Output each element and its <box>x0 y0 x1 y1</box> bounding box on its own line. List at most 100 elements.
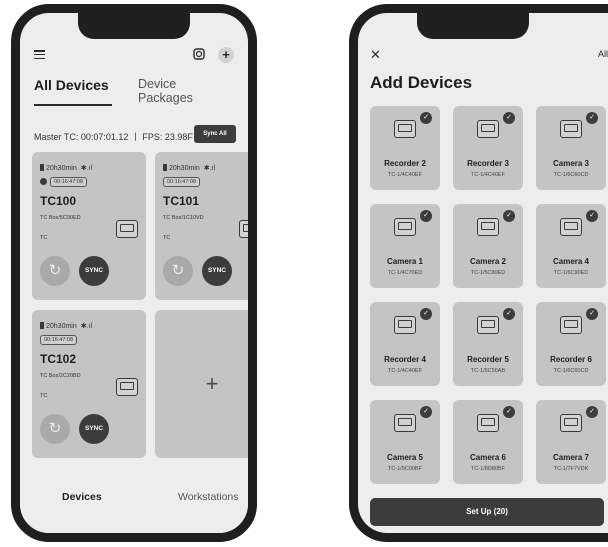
camera-card[interactable]: ✓ Camera 5 TC-1/9C90BF <box>370 400 440 484</box>
camera-name: Camera 6 <box>469 453 507 462</box>
record-icon <box>40 178 47 185</box>
device-timecode: 00:16:47:08 <box>50 177 88 187</box>
recorder-icon <box>394 414 416 432</box>
camera-name: Camera 7 <box>552 453 590 462</box>
camera-card[interactable]: ✓ Camera 6 TC-1/8D80BF <box>453 400 523 484</box>
battery-time: 20h30min <box>169 165 200 172</box>
recorder-icon <box>477 414 499 432</box>
camera-card[interactable]: ✓ Camera 7 TC-1/7F7VDK <box>536 400 606 484</box>
add-device-card[interactable]: + <box>155 310 248 458</box>
tab-all-devices[interactable]: All Devices <box>34 77 109 93</box>
device-tc: TC <box>163 235 171 241</box>
device-timecode: 00:16:47:08 <box>40 335 78 345</box>
check-icon: ✓ <box>586 210 598 222</box>
check-icon: ✓ <box>420 210 432 222</box>
add-devices-screen: ✕ All Add Devices ✓ Recorder 2 TC-1/4C40EF… <box>349 4 608 542</box>
camera-card[interactable]: ✓ Camera 2 TC-1/5C80ED <box>453 204 523 288</box>
refresh-button[interactable]: ↻ <box>163 256 193 286</box>
camera-card[interactable]: ✓ Recorder 6 TC-1/6C60CD <box>536 302 606 386</box>
bluetooth-signal-icon: ✱.ıl <box>203 165 216 172</box>
bottom-nav: Devices Workstations <box>20 477 248 533</box>
camera-name: Recorder 3 <box>467 159 509 168</box>
sync-button[interactable]: SYNC <box>79 414 109 444</box>
device-card[interactable]: 20h30min ✱.ıl 00:16:47:08 TC102 TC Box/2C… <box>32 310 146 458</box>
check-icon: ✓ <box>420 308 432 320</box>
recorder-icon <box>394 316 416 334</box>
camera-card[interactable]: ✓ Camera 4 TC-1/6C90ED <box>536 204 606 288</box>
camera-id: TC-1/5C80ED <box>470 270 506 276</box>
plus-icon: + <box>205 371 219 396</box>
camera-card[interactable]: ✓ Recorder 4 TC-1/4C40EF <box>370 302 440 386</box>
recorder-icon <box>239 220 248 238</box>
recorder-icon <box>394 120 416 138</box>
camera-card[interactable]: ✓ Camera 3 TC-1/6C60CD <box>536 106 606 190</box>
camera-card[interactable]: ✓ Camera 1 TC-1/4C70ED <box>370 204 440 288</box>
camera-card[interactable]: ✓ Recorder 5 TC-1/5C50AB <box>453 302 523 386</box>
refresh-button[interactable]: ↻ <box>40 256 70 286</box>
camera-name: Camera 4 <box>552 257 590 266</box>
device-name: TC102 <box>40 352 77 366</box>
top-bar: + <box>34 47 234 65</box>
camera-id: TC-1/4C40EF <box>388 368 422 374</box>
recorder-icon <box>477 316 499 334</box>
camera-id: TC-1/4C40EF <box>471 172 505 178</box>
check-icon: ✓ <box>503 112 515 124</box>
camera-name: Camera 3 <box>552 159 590 168</box>
device-status: 20h30min ✱.ıl <box>40 322 92 330</box>
camera-card[interactable]: ✓ Recorder 2 TC-1/4C40EF <box>370 106 440 190</box>
recorder-icon <box>394 218 416 236</box>
recorder-icon <box>477 218 499 236</box>
refresh-button[interactable]: ↻ <box>40 414 70 444</box>
phone-notch <box>417 13 529 39</box>
check-icon: ✓ <box>586 406 598 418</box>
select-all-button[interactable]: All <box>598 49 608 59</box>
add-icon[interactable]: + <box>218 47 234 63</box>
recorder-icon <box>560 218 582 236</box>
master-tc-text: Master TC: 00:07:01.12 丨 FPS: 23.98F <box>34 132 193 142</box>
device-card[interactable]: 20h30min ✱.ıl 00:16:47:08 TC100 TC Box/5C… <box>32 152 146 300</box>
camera-id: TC-1/5C50AB <box>470 368 506 374</box>
battery-time: 20h30min <box>46 323 77 330</box>
monitor-icon[interactable] <box>192 47 206 61</box>
device-tc: TC <box>40 393 48 399</box>
close-icon[interactable]: ✕ <box>370 47 381 63</box>
battery-icon <box>40 164 44 171</box>
check-icon: ✓ <box>503 210 515 222</box>
sync-button[interactable]: SYNC <box>79 256 109 286</box>
device-card[interactable]: 20h30min ✱.ıl 00:16:47:08 TC101 TC Box/1C… <box>155 152 248 300</box>
nav-devices[interactable]: Devices <box>62 491 102 503</box>
camera-id: TC-1/4C70ED <box>387 270 423 276</box>
camera-name: Recorder 6 <box>550 355 592 364</box>
device-status: 20h30min ✱.ıl <box>40 164 92 172</box>
tab-device-packages[interactable]: Device Packages <box>138 77 234 105</box>
page-title: Add Devices <box>370 73 473 92</box>
camera-name: Camera 5 <box>386 453 424 462</box>
device-status: 20h30min ✱.ıl <box>163 164 215 172</box>
camera-id: TC-1/6C60CD <box>553 172 589 178</box>
active-tab-indicator <box>34 104 112 106</box>
check-icon: ✓ <box>586 112 598 124</box>
sync-all-button[interactable]: Sync All <box>194 125 236 143</box>
check-icon: ✓ <box>420 406 432 418</box>
sync-button[interactable]: SYNC <box>202 256 232 286</box>
device-timecode: 00:16:47:08 <box>163 177 201 187</box>
check-icon: ✓ <box>503 308 515 320</box>
battery-time: 20h30min <box>46 165 77 172</box>
phone-notch <box>78 13 190 39</box>
camera-name: Recorder 2 <box>384 159 426 168</box>
camera-name: Camera 1 <box>386 257 424 266</box>
camera-card[interactable]: ✓ Recorder 3 TC-1/4C40EF <box>453 106 523 190</box>
devices-screen: + All Devices Device Packages Master TC:… <box>11 4 257 542</box>
menu-icon[interactable] <box>34 50 45 60</box>
nav-workstations[interactable]: Workstations <box>178 491 239 503</box>
battery-icon <box>163 164 167 171</box>
camera-id: TC-1/6C60CD <box>553 368 589 374</box>
device-tabs: All Devices Device Packages <box>34 77 234 107</box>
camera-name: Recorder 4 <box>384 355 426 364</box>
recorder-icon <box>560 316 582 334</box>
master-tc-row: Master TC: 00:07:01.12 丨 FPS: 23.98F Syn… <box>34 125 236 147</box>
camera-name: Recorder 5 <box>467 355 509 364</box>
device-box: TC Box/1C10VD <box>163 215 204 221</box>
setup-button[interactable]: Set Up (20) <box>370 498 604 526</box>
device-name: TC100 <box>40 194 77 208</box>
